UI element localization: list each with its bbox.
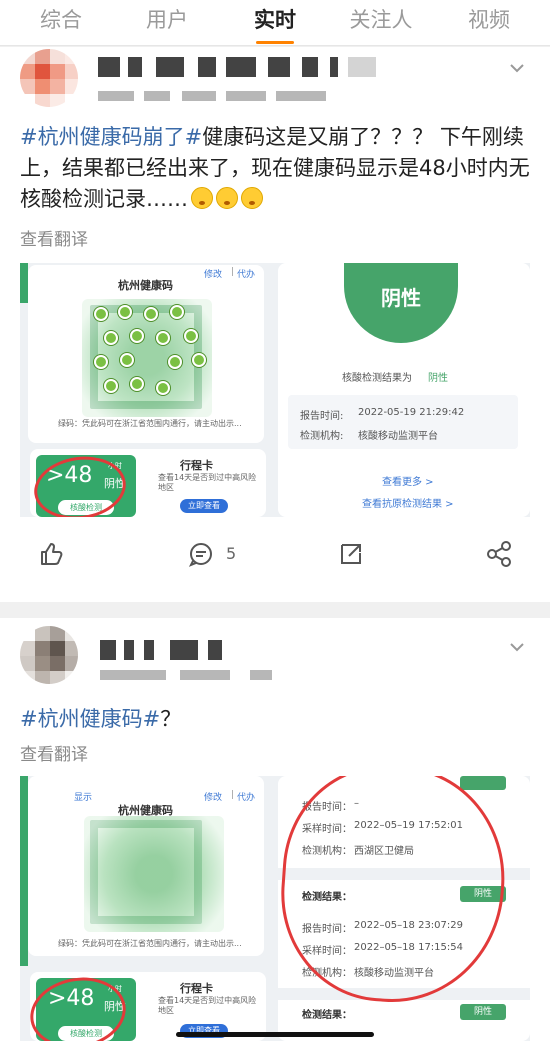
comment-count: 5: [226, 544, 237, 563]
green-bar: [20, 263, 28, 303]
agency: 核酸移动监测平台: [358, 431, 438, 442]
feed-post: #杭州健康码#？ 查看翻译 显示 杭州健康码 修改 | 代办 绿码：凭此码可在浙…: [0, 618, 550, 1041]
tab-following[interactable]: 关注人: [336, 4, 426, 34]
green-code-note: 绿码：凭此码可在浙江省范围内通行，请主动出示...: [58, 939, 242, 948]
tab-comprehensive[interactable]: 综合: [16, 4, 106, 34]
emoji-icon: [241, 187, 263, 209]
result-value: 阴性: [428, 373, 448, 384]
itinerary-desc: 查看14天是否到过中高风险地区: [158, 996, 257, 1015]
itinerary-title: 行程卡: [180, 459, 213, 472]
tab-realtime[interactable]: 实时: [230, 4, 320, 34]
post-meta-blurred: [98, 91, 328, 103]
report-time-label: 报告时间:: [300, 411, 344, 422]
more-link: 查看更多 >: [382, 477, 434, 488]
search-tab-bar: 综合 用户 实时 关注人 视频: [0, 0, 550, 46]
agency-label: 检测机构:: [300, 431, 344, 442]
post-image[interactable]: 显示 杭州健康码 修改 | 代办 绿码：凭此码可在浙江省范围内通行，请主动出示.…: [20, 776, 530, 1041]
avatar[interactable]: [20, 626, 78, 684]
status-badge: 阴性: [460, 1004, 506, 1020]
comment-icon[interactable]: [188, 541, 214, 567]
post-text: #杭州健康码#？: [20, 704, 530, 735]
repost-icon[interactable]: [338, 541, 364, 567]
translate-link[interactable]: 查看翻译: [20, 740, 88, 765]
tab-users[interactable]: 用户: [122, 4, 212, 34]
feed-post: #杭州健康码崩了#健康码这是又崩了？？？ 下午刚续上，结果都已经出来了，现在健康…: [0, 47, 550, 602]
health-code-panel: 显示 杭州健康码 修改 | 代办 绿码：凭此码可在浙江省范围内通行，请主动出示.…: [28, 776, 264, 956]
tab-video[interactable]: 视频: [444, 4, 534, 34]
show-text: 显示: [74, 793, 93, 803]
separator: |: [231, 267, 235, 277]
separator: |: [231, 790, 235, 800]
active-tab-indicator: [256, 41, 294, 44]
nucleic-result-panel: 阴性 核酸检测结果为 阴性 报告时间: 2022-05-19 21:29:42 …: [278, 263, 530, 517]
hashtag-link[interactable]: #杭州健康码#: [20, 707, 160, 731]
negative-circle: 阴性: [344, 263, 458, 343]
qr-code-blur: [84, 816, 224, 932]
post-text: #杭州健康码崩了#健康码这是又崩了？？？ 下午刚续上，结果都已经出来了，现在健康…: [20, 122, 530, 215]
itinerary-title: 行程卡: [180, 982, 213, 995]
emoji-icon: [216, 187, 238, 209]
itinerary-desc: 查看14天是否到过中高风险地区: [158, 473, 257, 492]
emoji-icon: [191, 187, 213, 209]
proxy-link: 代办: [237, 793, 256, 803]
post-image[interactable]: 杭州健康码 修改 | 代办 绿码：凭此码可在浙江省范围内通行，请主动出示... …: [20, 263, 530, 517]
avatar[interactable]: [20, 49, 78, 107]
health-code-panel: 杭州健康码 修改 | 代办 绿码：凭此码可在浙江省范围内通行，请主动出示...: [28, 265, 264, 443]
proxy-link: 代办: [237, 270, 256, 280]
share-icon[interactable]: [486, 541, 512, 567]
translate-link[interactable]: 查看翻译: [20, 225, 88, 250]
edit-link: 修改: [204, 793, 223, 803]
hashtag-link[interactable]: #杭州健康码崩了#: [20, 125, 202, 149]
post-body: ？: [160, 707, 182, 731]
chevron-down-icon[interactable]: [508, 638, 526, 656]
green-bar: [20, 776, 28, 966]
report-time: 2022-05-19 21:29:42: [358, 407, 465, 418]
username-blurred[interactable]: [98, 57, 378, 79]
edit-link: 修改: [204, 270, 223, 280]
result-label: 核酸检测结果为: [342, 373, 412, 384]
itinerary-button: 立即查看: [180, 499, 228, 513]
antigen-link: 查看抗原检测结果 >: [362, 499, 454, 510]
status-badge: [460, 776, 506, 790]
home-indicator: [176, 1032, 374, 1037]
health-code-title: 杭州健康码: [118, 279, 173, 292]
username-blurred[interactable]: [100, 640, 260, 662]
post-meta-blurred: [100, 670, 280, 682]
like-icon[interactable]: [38, 541, 64, 567]
result-label: 检测结果：: [302, 1010, 352, 1021]
post-action-bar: 5: [0, 538, 550, 586]
chevron-down-icon[interactable]: [508, 59, 526, 77]
green-code-note: 绿码：凭此码可在浙江省范围内通行，请主动出示...: [58, 419, 242, 428]
